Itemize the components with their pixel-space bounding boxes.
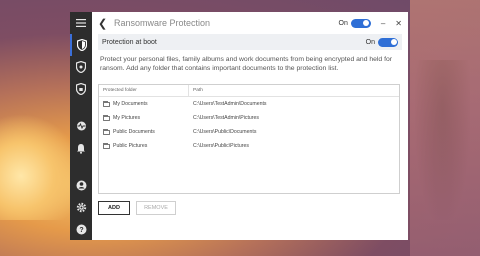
table-row[interactable]: My Documents C:\Users\TestAdmin\Document… bbox=[99, 97, 399, 111]
account-icon[interactable] bbox=[70, 174, 92, 196]
path-cell: C:\Users\Public\Documents bbox=[193, 129, 257, 135]
folder-cell: Public Pictures bbox=[99, 142, 189, 149]
path-cell: C:\Users\Public\Pictures bbox=[193, 143, 249, 149]
protection-at-boot-row: Protection at boot On bbox=[98, 34, 402, 50]
boot-toggle-label: On bbox=[365, 38, 375, 46]
window-title: Ransomware Protection bbox=[114, 18, 211, 28]
boot-toggle-switch[interactable] bbox=[378, 37, 398, 47]
shield-icon[interactable] bbox=[70, 34, 92, 56]
column-header-folder[interactable]: Protected folder bbox=[99, 85, 189, 96]
add-button[interactable]: ADD bbox=[98, 201, 130, 215]
folder-cell: My Documents bbox=[99, 100, 189, 107]
heartbeat-icon[interactable] bbox=[70, 115, 92, 137]
protection-at-boot-label: Protection at boot bbox=[102, 38, 157, 46]
help-icon[interactable]: ? bbox=[70, 218, 92, 240]
description-text: Protect your personal files, family albu… bbox=[100, 56, 393, 72]
shield-lock-icon[interactable] bbox=[70, 78, 92, 100]
folder-name: My Documents bbox=[113, 101, 148, 107]
folder-name: My Pictures bbox=[113, 115, 141, 121]
folder-cell: Public Documents bbox=[99, 128, 189, 135]
column-header-path[interactable]: Path bbox=[189, 85, 203, 96]
action-buttons: ADD REMOVE bbox=[98, 201, 176, 215]
folder-name: Public Pictures bbox=[113, 143, 148, 149]
ransomware-protection-window: ❮ Ransomware Protection On – ✕ Protectio… bbox=[92, 12, 408, 240]
minimize-icon[interactable]: – bbox=[381, 19, 385, 28]
table-row[interactable]: Public Documents C:\Users\Public\Documen… bbox=[99, 125, 399, 139]
main-toggle-switch[interactable] bbox=[350, 18, 371, 28]
main-toggle[interactable]: On bbox=[338, 18, 371, 28]
close-icon[interactable]: ✕ bbox=[395, 19, 402, 28]
title-bar: ❮ Ransomware Protection On – ✕ bbox=[92, 12, 408, 34]
path-cell: C:\Users\TestAdmin\Pictures bbox=[193, 115, 260, 121]
folder-icon bbox=[103, 114, 110, 121]
menu-icon[interactable] bbox=[70, 12, 92, 34]
bell-icon[interactable] bbox=[70, 137, 92, 159]
folder-icon bbox=[103, 142, 110, 149]
svg-text:?: ? bbox=[79, 227, 83, 234]
shield-star-icon[interactable] bbox=[70, 56, 92, 78]
folder-name: Public Documents bbox=[113, 129, 155, 135]
main-toggle-label: On bbox=[338, 19, 348, 27]
sidebar: ? bbox=[70, 12, 92, 240]
folder-icon bbox=[103, 128, 110, 135]
background-sun bbox=[0, 110, 70, 220]
gear-icon[interactable] bbox=[70, 196, 92, 218]
path-cell: C:\Users\TestAdmin\Documents bbox=[193, 101, 267, 107]
boot-toggle[interactable]: On bbox=[365, 37, 398, 47]
folder-cell: My Pictures bbox=[99, 114, 189, 121]
remove-button[interactable]: REMOVE bbox=[136, 201, 176, 215]
back-arrow-icon[interactable]: ❮ bbox=[98, 17, 110, 30]
background-right-glow bbox=[410, 0, 480, 256]
protected-folders-table: Protected folder Path My Documents C:\Us… bbox=[98, 84, 400, 194]
table-header: Protected folder Path bbox=[99, 85, 399, 97]
table-row[interactable]: Public Pictures C:\Users\Public\Pictures bbox=[99, 139, 399, 153]
table-row[interactable]: My Pictures C:\Users\TestAdmin\Pictures bbox=[99, 111, 399, 125]
folder-icon bbox=[103, 100, 110, 107]
